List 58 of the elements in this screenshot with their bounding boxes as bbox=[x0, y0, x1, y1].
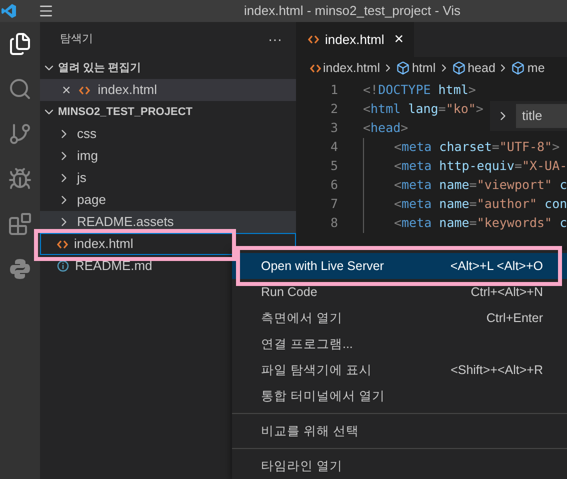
line-number: 5 bbox=[329, 157, 338, 176]
files-icon[interactable] bbox=[8, 32, 32, 56]
cube-icon bbox=[396, 61, 410, 75]
section-header[interactable]: 열려 있는 편집기 bbox=[58, 60, 142, 76]
menu-icon[interactable] bbox=[38, 3, 54, 19]
code-line: <head> bbox=[363, 119, 408, 138]
python-icon[interactable] bbox=[8, 257, 32, 281]
bug-icon[interactable] bbox=[8, 167, 32, 191]
section-header[interactable]: MINSO2_TEST_PROJECT bbox=[58, 104, 192, 120]
code-file-icon bbox=[308, 35, 319, 44]
file-tree-item[interactable]: page bbox=[40, 189, 296, 211]
menu-item[interactable]: 통합 터미널에서 열기 bbox=[232, 383, 567, 409]
cube-icon bbox=[452, 61, 466, 75]
code-line: <!DOCTYPE html> bbox=[363, 81, 476, 100]
extensions-icon[interactable] bbox=[8, 212, 32, 236]
menu-item[interactable]: 측면에서 열기 Ctrl+Enter bbox=[232, 305, 567, 331]
code-line: <meta http-equiv="X-UA- bbox=[363, 157, 567, 176]
breadcrumb[interactable]: html bbox=[412, 58, 436, 78]
code-line: <meta charset="UTF-8"> bbox=[363, 138, 560, 157]
code-file-icon bbox=[57, 240, 68, 248]
symbol-input[interactable]: title bbox=[516, 104, 567, 128]
line-number: 7 bbox=[329, 195, 338, 214]
search-icon[interactable] bbox=[8, 77, 32, 101]
info-icon bbox=[57, 260, 69, 272]
sidebar-title: 탐색기 bbox=[60, 32, 93, 48]
file-tree-item[interactable]: css bbox=[40, 123, 296, 145]
line-number: 1 bbox=[329, 81, 338, 100]
branch-icon[interactable] bbox=[8, 122, 32, 146]
code-line: <html lang="ko"> bbox=[363, 100, 484, 118]
line-number: 6 bbox=[329, 176, 338, 194]
breadcrumb[interactable]: head bbox=[468, 58, 496, 78]
cube-icon bbox=[511, 61, 526, 75]
close-button[interactable]: × bbox=[394, 32, 404, 48]
open-editor-item[interactable]: × index.html bbox=[40, 79, 296, 101]
window-title: index.html - minso2_test_project - Vis bbox=[244, 2, 461, 20]
more-actions[interactable]: ··· bbox=[268, 29, 282, 50]
line-number: 8 bbox=[329, 214, 338, 232]
code-line: <meta name="viewport" c bbox=[363, 176, 567, 195]
menu-item[interactable]: Open with Live Server <Alt>+L <Alt>+O bbox=[232, 253, 567, 279]
breadcrumb[interactable]: index.html bbox=[323, 58, 380, 78]
editor-tab[interactable]: index.html × bbox=[296, 22, 414, 57]
line-number: 3 bbox=[329, 119, 338, 138]
app-logo-icon bbox=[1, 3, 17, 19]
menu-item[interactable]: 타임라인 열기 bbox=[232, 453, 567, 479]
code-file-icon bbox=[78, 86, 90, 94]
menu-item[interactable]: 파일 탐색기에 표시 <Shift>+<Alt>+R bbox=[232, 357, 567, 383]
code-line: <meta name="author" con bbox=[363, 195, 567, 214]
file-tree-item[interactable]: img bbox=[40, 145, 296, 167]
menu-item[interactable]: Run Code Ctrl+<Alt>+N bbox=[232, 279, 567, 305]
code-file-icon bbox=[310, 64, 321, 72]
breadcrumb[interactable]: me bbox=[527, 58, 545, 78]
menu-item[interactable]: 비교를 위해 선택 bbox=[232, 418, 567, 444]
line-number: 4 bbox=[329, 138, 338, 156]
close-button[interactable]: × bbox=[62, 82, 71, 98]
file-tree-item[interactable]: js bbox=[40, 167, 296, 189]
code-line: <meta name="keywords" c bbox=[363, 214, 567, 233]
menu-item[interactable]: 연결 프로그램... bbox=[232, 331, 567, 357]
line-number: 2 bbox=[329, 100, 338, 118]
